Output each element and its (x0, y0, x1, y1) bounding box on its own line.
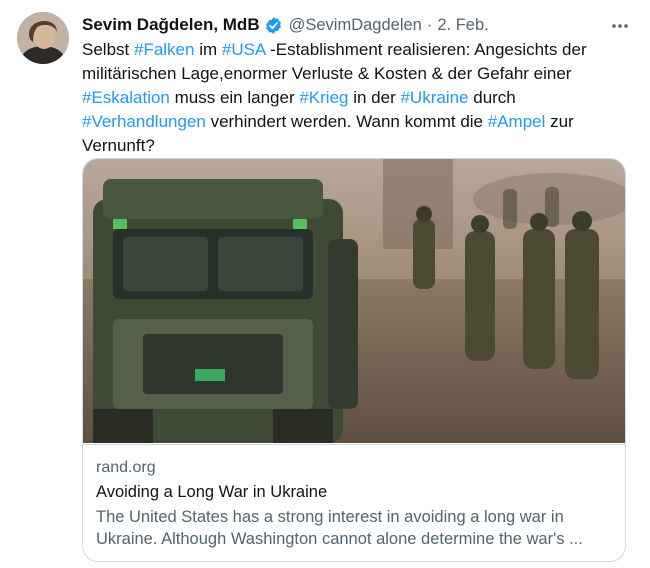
tweet-header: Sevim Dağdelen, MdB @SevimDagdelen · 2. … (82, 12, 630, 38)
tweet-text-segment: verhindert werden. Wann kommt die (205, 112, 488, 131)
avatar[interactable] (17, 12, 69, 64)
author-handle[interactable]: @SevimDagdelen (289, 16, 422, 35)
hashtag-link[interactable]: #Eskalation (82, 88, 170, 107)
tweet-text-segment: Selbst (82, 40, 134, 59)
link-card[interactable]: rand.org Avoiding a Long War in Ukraine … (82, 158, 626, 562)
hashtag-link[interactable]: #Falken (134, 40, 194, 59)
hashtag-link[interactable]: #Krieg (299, 88, 348, 107)
link-card-text[interactable]: rand.org Avoiding a Long War in Ukraine … (83, 444, 625, 561)
hashtag-link[interactable]: #Ukraine (400, 88, 468, 107)
more-horizontal-icon[interactable] (610, 16, 630, 36)
tweet-text: Selbst #Falken im #USA -Establishment re… (82, 38, 622, 158)
hashtag-link[interactable]: #Ampel (488, 112, 546, 131)
author-name[interactable]: Sevim Dağdelen, MdB (82, 15, 260, 35)
hashtag-link[interactable]: #Verhandlungen (82, 112, 206, 131)
tweet-text-segment: muss ein langer (169, 88, 300, 107)
link-card-domain: rand.org (96, 459, 156, 476)
verified-badge-icon[interactable] (264, 16, 283, 35)
link-card-title: Avoiding a Long War in Ukraine (96, 483, 328, 501)
separator-dot: · (426, 15, 433, 34)
link-card-description: The United States has a strong interest … (96, 508, 583, 548)
avatar-photo (17, 12, 69, 64)
tweet-text-segment: in der (348, 88, 401, 107)
tweet-text-segment: im (194, 40, 222, 59)
tweet-text-segment: durch (468, 88, 516, 107)
tweet-date[interactable]: 2. Feb. (437, 16, 488, 35)
hashtag-link[interactable]: #USA (222, 40, 265, 59)
tweet[interactable]: Sevim Dağdelen, MdB @SevimDagdelen · 2. … (0, 0, 650, 568)
link-card-image (83, 159, 625, 443)
